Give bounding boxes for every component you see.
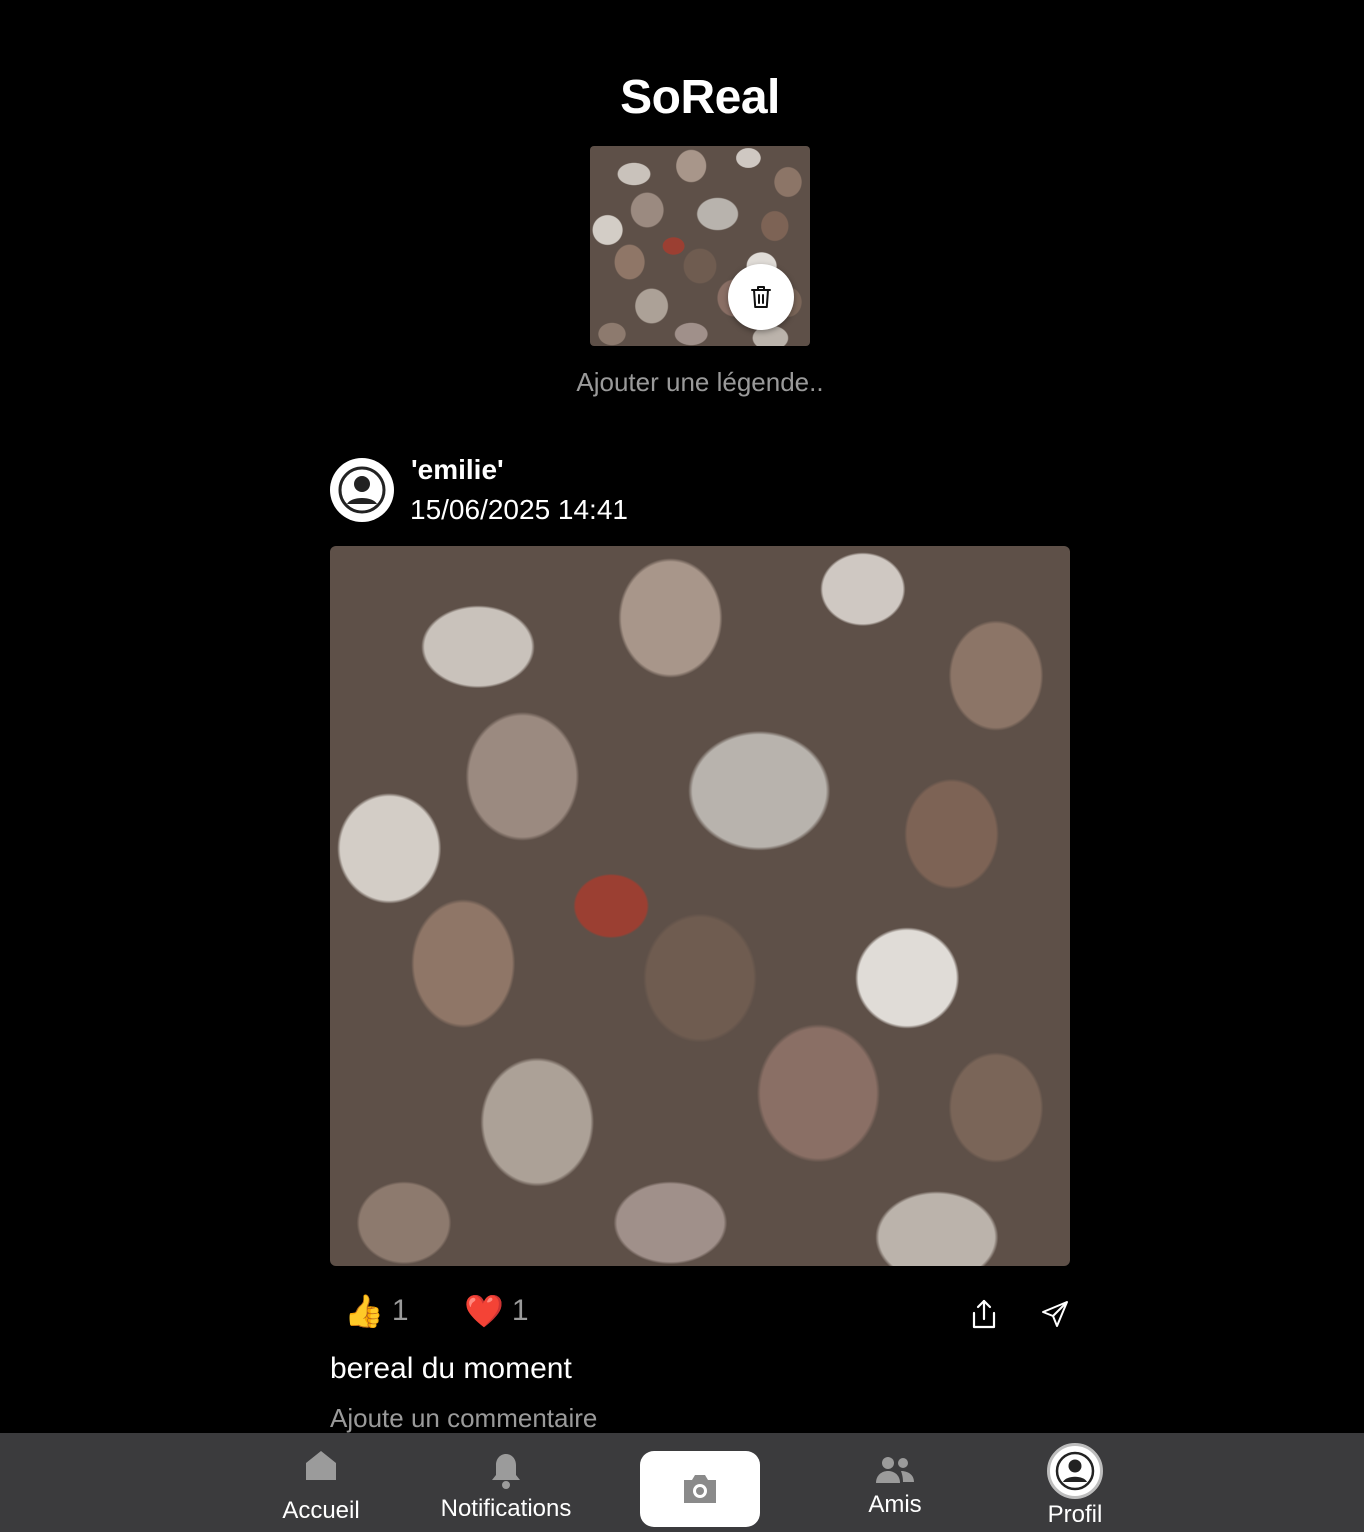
post-author[interactable]: 'emilie' bbox=[411, 454, 504, 486]
nav-label: Profil bbox=[1047, 1501, 1103, 1528]
author-avatar[interactable] bbox=[330, 458, 394, 522]
profile-icon bbox=[1055, 1451, 1095, 1491]
app-title: SoReal bbox=[620, 71, 780, 124]
friends-icon bbox=[876, 1457, 914, 1483]
camera-icon bbox=[684, 1475, 716, 1503]
reaction-heart[interactable]: ❤️ 1 bbox=[464, 1294, 529, 1328]
nav-label: Notifications bbox=[440, 1495, 572, 1522]
nav-accueil[interactable]: Accueil bbox=[270, 1433, 372, 1532]
nav-label: Amis bbox=[868, 1491, 922, 1518]
share-icon bbox=[972, 1299, 996, 1329]
post-timestamp: 15/06/2025 14:41 bbox=[410, 494, 628, 525]
thumbs-up-icon: 👍 bbox=[344, 1293, 384, 1329]
share-button[interactable] bbox=[966, 1296, 1002, 1332]
camera-button[interactable] bbox=[640, 1451, 760, 1527]
post-caption: bereal du moment bbox=[330, 1352, 572, 1385]
heart-icon: ❤️ bbox=[464, 1293, 504, 1329]
trash-icon bbox=[751, 286, 771, 308]
bottom-nav: Accueil Notifications Amis Profil bbox=[0, 1433, 1364, 1532]
comment-input[interactable] bbox=[330, 1402, 830, 1434]
reaction-thumbs-up[interactable]: 👍 1 bbox=[344, 1294, 409, 1328]
user-icon bbox=[338, 466, 386, 514]
profile-avatar bbox=[1047, 1443, 1103, 1499]
bell-icon bbox=[492, 1454, 520, 1489]
home-icon bbox=[306, 1451, 336, 1480]
nav-amis[interactable]: Amis bbox=[850, 1433, 940, 1532]
send-icon bbox=[1042, 1301, 1068, 1327]
nav-notifications[interactable]: Notifications bbox=[430, 1433, 582, 1532]
caption-input[interactable] bbox=[500, 364, 900, 400]
app-screen: SoReal 'emilie' 15/06/2025 14:41 👍 1 ❤️ … bbox=[0, 0, 1364, 1532]
reaction-count: 1 bbox=[511, 1294, 529, 1327]
send-button[interactable] bbox=[1037, 1296, 1073, 1332]
reaction-count: 1 bbox=[391, 1294, 409, 1327]
nav-profil[interactable]: Profil bbox=[1030, 1433, 1120, 1532]
delete-photo-button[interactable] bbox=[728, 264, 794, 330]
nav-label: Accueil bbox=[282, 1497, 360, 1524]
post-photo[interactable] bbox=[330, 546, 1070, 1266]
